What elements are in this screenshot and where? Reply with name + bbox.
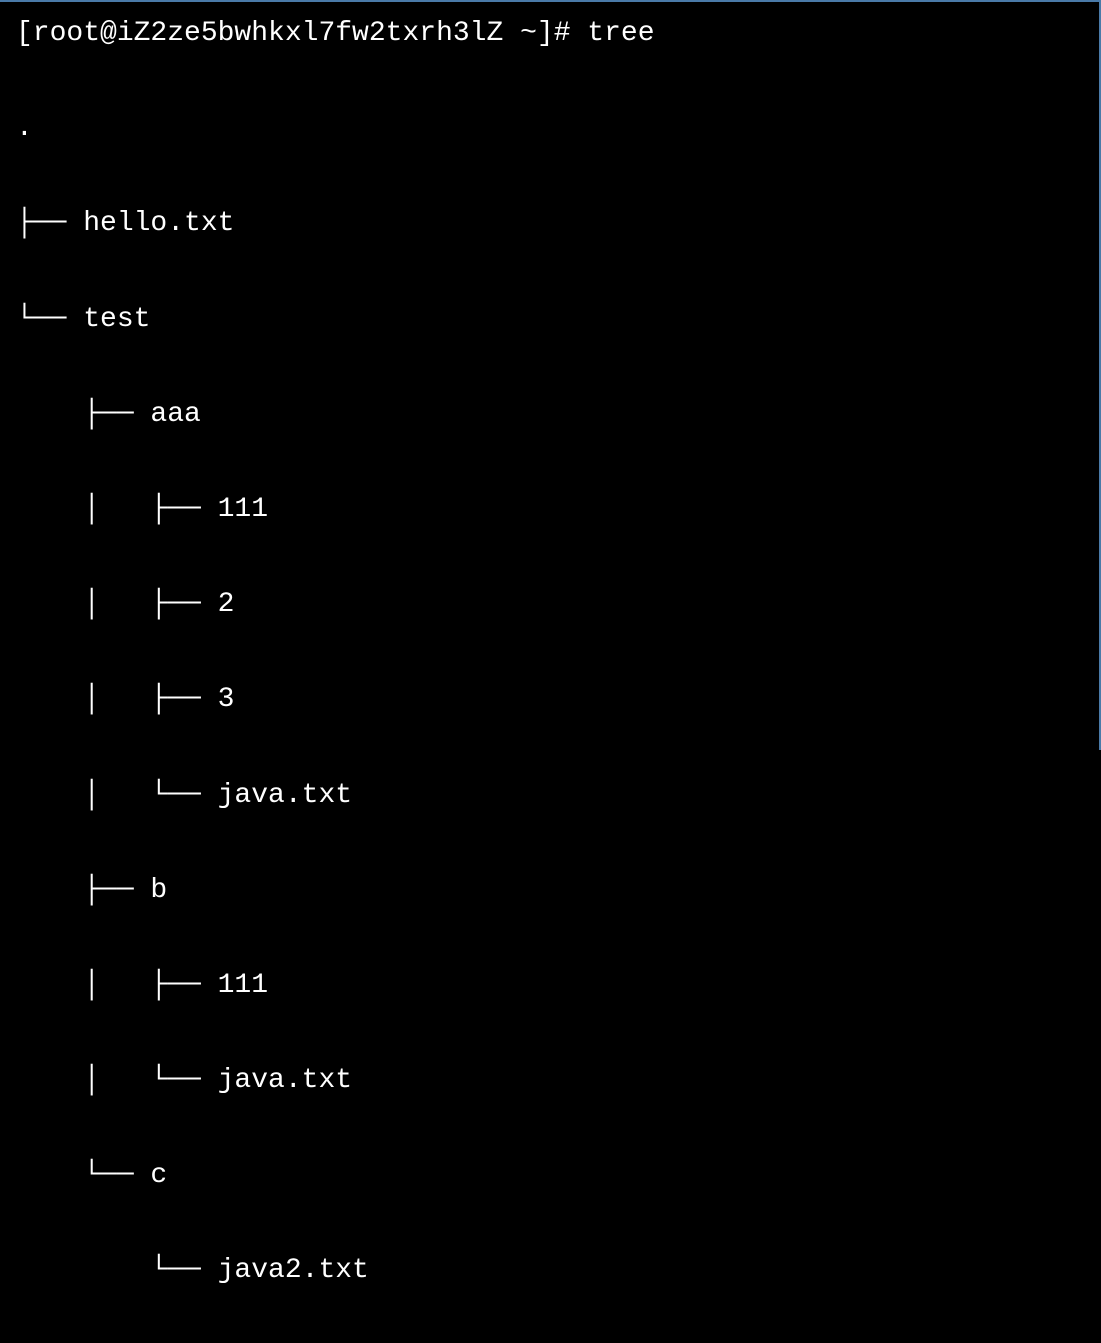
tree-file-111-b: │ ├── 111 [16, 962, 1083, 1010]
command-prompt-line: [root@iZ2ze5bwhkxl7fw2txrh3lZ ~]# tree [16, 10, 1083, 58]
tree-file-java-b: │ └── java.txt [16, 1057, 1083, 1105]
tree-file-hello: ├── hello.txt [16, 200, 1083, 248]
shell-prompt: [root@iZ2ze5bwhkxl7fw2txrh3lZ ~]# [16, 18, 587, 49]
tree-dir-c: └── c [16, 1152, 1083, 1200]
tree-dir-aaa: ├── aaa [16, 391, 1083, 439]
entered-command[interactable]: tree [587, 18, 654, 49]
tree-file-111-a: │ ├── 111 [16, 486, 1083, 534]
tree-root: . [16, 105, 1083, 153]
tree-dir-test: └── test [16, 296, 1083, 344]
tree-dir-b: ├── b [16, 867, 1083, 915]
tree-file-java2: └── java2.txt [16, 1247, 1083, 1295]
tree-file-java-a: │ └── java.txt [16, 772, 1083, 820]
tree-command-output: . ├── hello.txt └── test ├── aaa │ ├── 1… [16, 58, 1083, 1343]
tree-file-3: │ ├── 3 [16, 676, 1083, 724]
tree-file-2: │ ├── 2 [16, 581, 1083, 629]
